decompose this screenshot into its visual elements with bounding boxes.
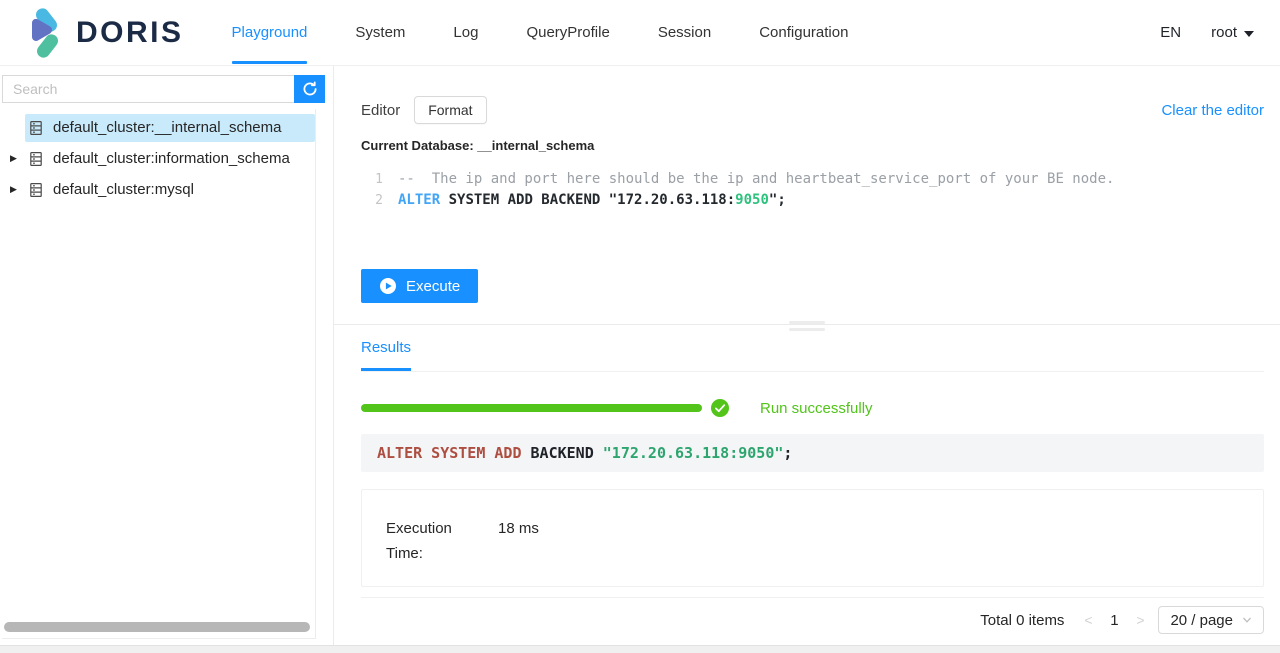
page-size-value: 20 / page xyxy=(1170,612,1233,629)
nav-tab-system[interactable]: System xyxy=(331,0,429,65)
pagination-total: Total 0 items xyxy=(980,612,1064,629)
nav-tab-session[interactable]: Session xyxy=(634,0,735,65)
nav-tab-configuration[interactable]: Configuration xyxy=(735,0,872,65)
tree-item-label: default_cluster:information_schema xyxy=(53,150,290,167)
user-menu[interactable]: root xyxy=(1211,24,1254,41)
user-name: root xyxy=(1211,24,1237,41)
clear-editor-link[interactable]: Clear the editor xyxy=(1161,102,1264,119)
expand-caret-icon[interactable]: ▶ xyxy=(2,184,25,195)
logo-text: DORIS xyxy=(76,16,184,50)
nav-tab-log[interactable]: Log xyxy=(429,0,502,65)
current-page[interactable]: 1 xyxy=(1106,612,1122,629)
execution-time-value: 18 ms xyxy=(498,516,539,566)
search-input[interactable] xyxy=(2,75,294,103)
search-row xyxy=(2,75,325,103)
sql-keyword: ALTER xyxy=(398,190,440,211)
header-right: EN root xyxy=(1160,24,1254,41)
chevron-down-icon xyxy=(1242,615,1252,625)
database-sidebar: default_cluster:__internal_schema ▶ defa… xyxy=(0,66,333,645)
executed-sql-display: ALTER SYSTEM ADD BACKEND "172.20.63.118:… xyxy=(361,434,1264,472)
execution-time-card: Execution Time: 18 ms xyxy=(361,489,1264,587)
execute-button[interactable]: Execute xyxy=(361,269,478,303)
main-nav: Playground System Log QueryProfile Sessi… xyxy=(208,0,873,65)
tree-item-information-schema[interactable]: ▶ default_cluster:information_schema xyxy=(2,143,315,174)
database-icon xyxy=(28,182,44,198)
doris-logo[interactable]: DORIS xyxy=(30,6,184,60)
run-status-text: Run successfully xyxy=(760,400,873,417)
playground-main: Editor Format Clear the editor Current D… xyxy=(333,66,1280,645)
resize-handle[interactable] xyxy=(789,317,825,335)
reload-icon xyxy=(302,81,318,97)
sql-editor[interactable]: 1 -- The ip and port here should be the … xyxy=(361,169,1264,211)
page-size-select[interactable]: 20 / page xyxy=(1158,606,1264,634)
sql-comment: -- The ip and port here should be the ip… xyxy=(398,169,1114,190)
results-footer-divider xyxy=(361,597,1264,598)
line-number: 2 xyxy=(361,190,383,211)
user-caret-icon xyxy=(1244,31,1254,37)
execution-time-label: Execution Time: xyxy=(386,516,462,566)
line-number: 1 xyxy=(361,169,383,190)
sql-text: "; xyxy=(769,190,786,211)
database-icon xyxy=(28,120,44,136)
check-circle-icon xyxy=(710,398,730,418)
tree-item-mysql[interactable]: ▶ default_cluster:mysql xyxy=(2,174,315,205)
language-toggle[interactable]: EN xyxy=(1160,24,1181,41)
expand-caret-icon[interactable]: ▶ xyxy=(2,153,25,164)
horizontal-scrollbar[interactable] xyxy=(4,622,310,632)
result-sql-backend: BACKEND xyxy=(531,444,603,462)
next-page-button[interactable]: > xyxy=(1132,612,1148,628)
panel-divider xyxy=(334,324,1280,325)
prev-page-button[interactable]: < xyxy=(1080,612,1096,628)
tree-item-label: default_cluster:mysql xyxy=(53,181,194,198)
play-circle-icon xyxy=(379,277,397,295)
progress-bar xyxy=(361,404,702,412)
pagination: Total 0 items < 1 > 20 / page xyxy=(334,606,1264,634)
result-sql-address: "172.20.63.118:9050" xyxy=(603,444,784,462)
editor-title: Editor xyxy=(361,102,400,119)
result-sql-keywords: ALTER SYSTEM ADD xyxy=(377,444,531,462)
sql-port-number: 9050 xyxy=(735,190,769,211)
database-tree: default_cluster:__internal_schema ▶ defa… xyxy=(2,109,316,639)
current-database-label: Current Database: __internal_schema xyxy=(361,138,1264,153)
refresh-button[interactable] xyxy=(294,75,325,103)
editor-line-2: 2 ALTER SYSTEM ADD BACKEND "172.20.63.11… xyxy=(361,190,1264,211)
result-sql-semicolon: ; xyxy=(783,444,792,462)
nav-tab-playground[interactable]: Playground xyxy=(208,0,332,65)
format-button[interactable]: Format xyxy=(414,96,486,124)
editor-toolbar: Editor Format Clear the editor xyxy=(361,96,1264,124)
doris-logo-icon xyxy=(30,6,64,60)
playground-page: DORIS Playground System Log QueryProfile… xyxy=(0,0,1280,653)
top-nav-bar: DORIS Playground System Log QueryProfile… xyxy=(0,0,1280,66)
database-icon xyxy=(28,151,44,167)
editor-line-1: 1 -- The ip and port here should be the … xyxy=(361,169,1264,190)
run-status-row: Run successfully xyxy=(361,398,1264,418)
bottom-strip xyxy=(0,645,1280,653)
tree-item-internal-schema[interactable]: default_cluster:__internal_schema xyxy=(2,112,315,143)
tab-results[interactable]: Results xyxy=(361,339,411,371)
tree-item-label: default_cluster:__internal_schema xyxy=(53,119,281,136)
nav-tab-queryprofile[interactable]: QueryProfile xyxy=(502,0,633,65)
sql-text: SYSTEM ADD BACKEND "172.20.63.118: xyxy=(440,190,735,211)
execute-button-label: Execute xyxy=(406,278,460,295)
